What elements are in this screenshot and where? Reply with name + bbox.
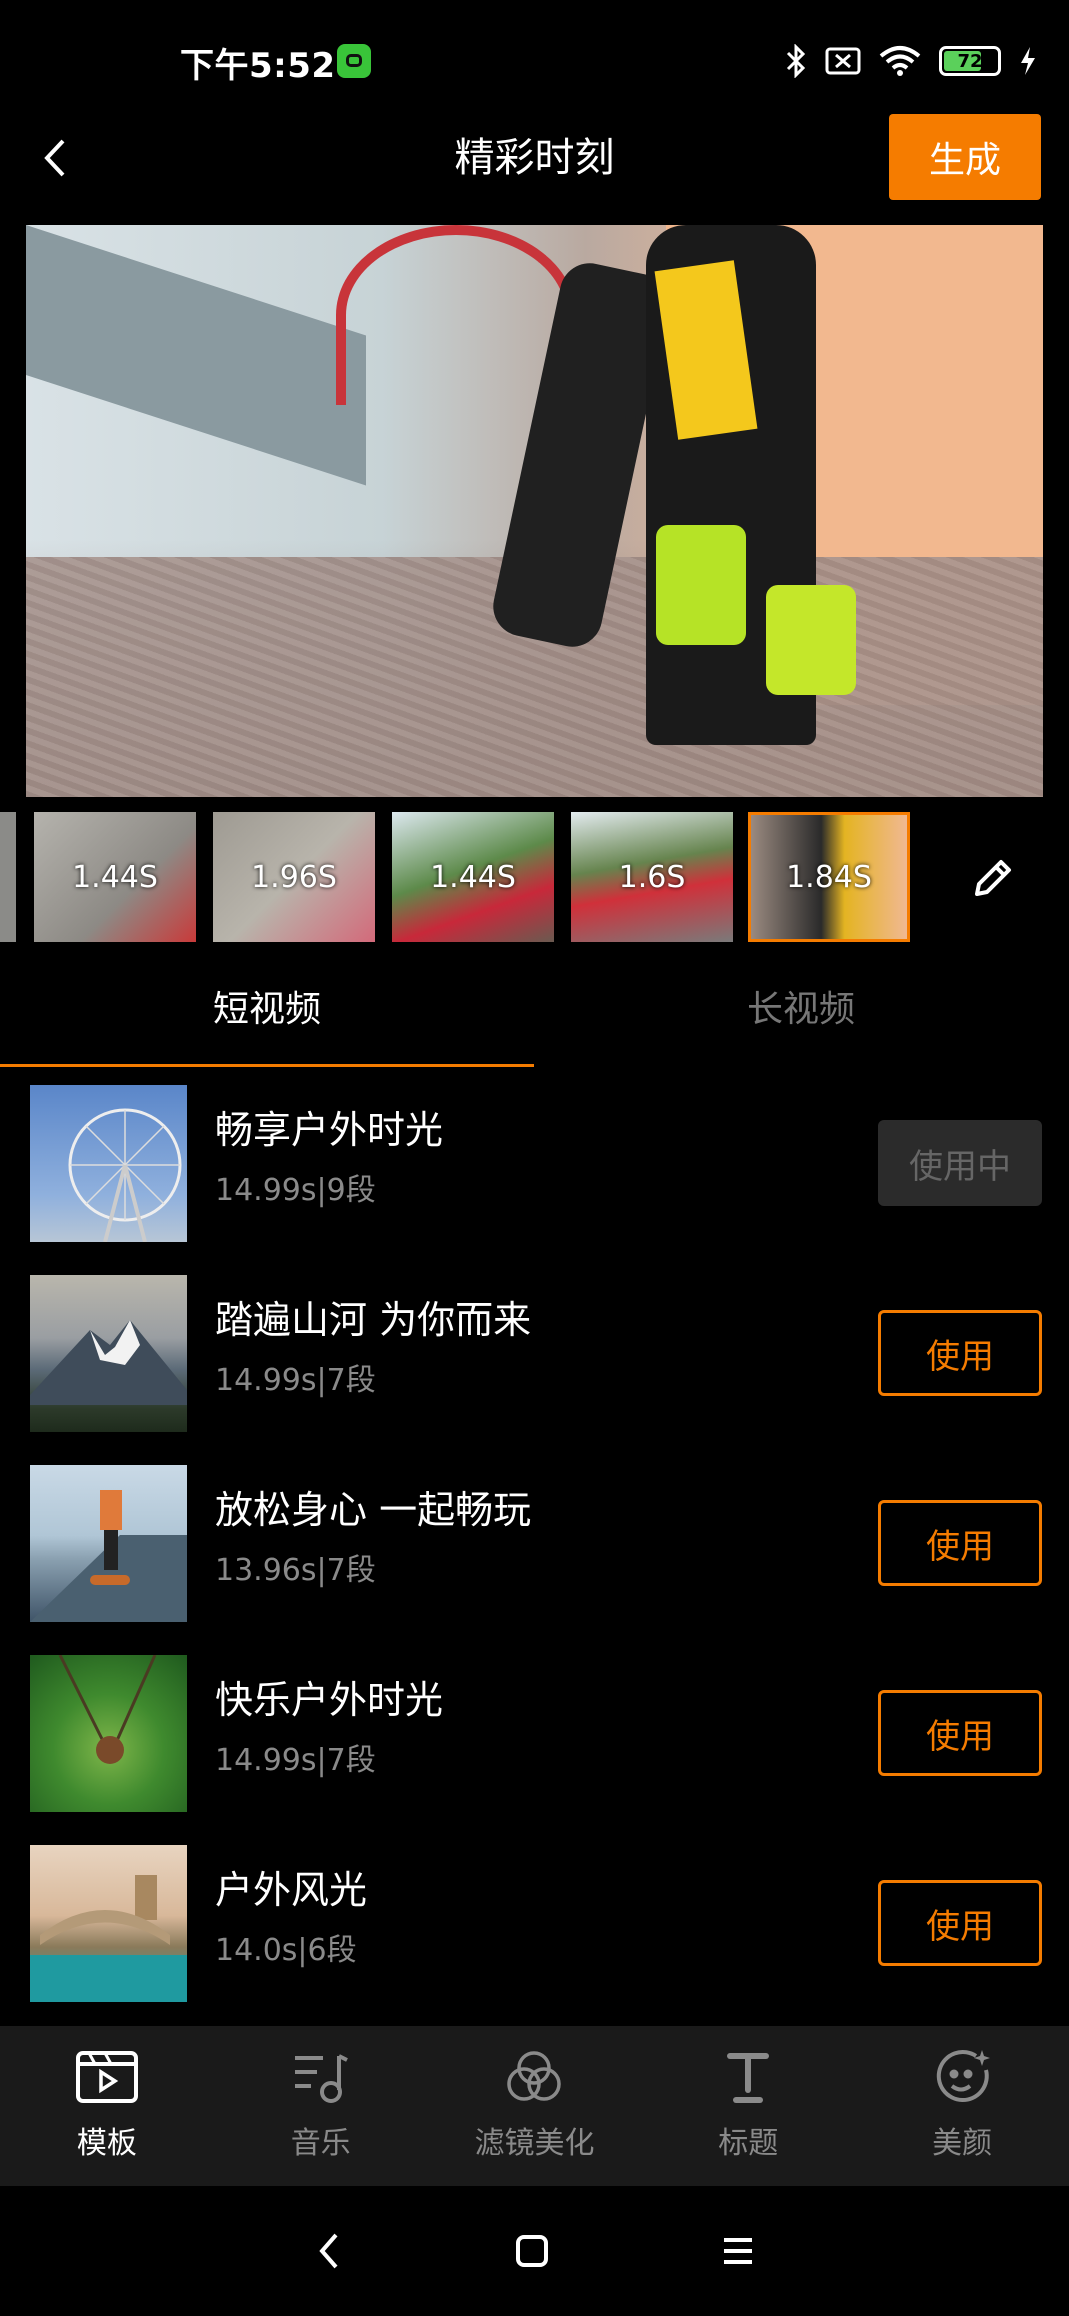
template-thumbnail bbox=[30, 1465, 187, 1622]
use-template-button[interactable]: 使用 bbox=[878, 1500, 1042, 1586]
pencil-icon bbox=[975, 860, 1011, 896]
beauty-icon bbox=[936, 2050, 991, 2103]
battery-icon: 72 bbox=[939, 46, 1001, 76]
template-item[interactable]: 放松身心 一起畅玩 13.96s|7段 使用 bbox=[0, 1465, 1069, 1625]
nav-label: 美颜 bbox=[932, 2126, 993, 2161]
nav-label: 音乐 bbox=[290, 2126, 351, 2161]
clip-duration: 1.96S bbox=[251, 859, 337, 895]
tab-short-video[interactable]: 短视频 bbox=[0, 985, 534, 1035]
charging-icon bbox=[1021, 47, 1035, 75]
clip-thumbnail[interactable]: 1.6S bbox=[571, 812, 733, 942]
template-item[interactable]: 快乐户外时光 14.99s|7段 使用 bbox=[0, 1655, 1069, 1815]
use-template-button[interactable]: 使用 bbox=[878, 1310, 1042, 1396]
clip-duration: 1.84S bbox=[786, 859, 872, 895]
clip-strip[interactable]: 1.44S 1.96S 1.44S 1.6S 1.84S bbox=[0, 812, 1069, 946]
template-thumbnail bbox=[30, 1275, 187, 1432]
use-template-button[interactable]: 使用 bbox=[878, 1880, 1042, 1966]
status-time: 下午5:52 bbox=[180, 46, 336, 86]
title-icon bbox=[727, 2053, 770, 2103]
template-meta: 14.99s|7段 bbox=[215, 1743, 376, 1778]
template-title: 户外风光 bbox=[215, 1868, 368, 1912]
nav-label: 标题 bbox=[718, 2126, 779, 2161]
template-thumbnail bbox=[30, 1085, 187, 1242]
bluetooth-icon bbox=[786, 44, 806, 78]
clip-thumbnail-selected[interactable]: 1.84S bbox=[748, 812, 910, 942]
generate-button[interactable]: 生成 bbox=[889, 114, 1041, 200]
template-title: 放松身心 一起畅玩 bbox=[215, 1488, 532, 1532]
clip-thumbnail[interactable]: 1.44S bbox=[392, 812, 554, 942]
edit-clips-button[interactable] bbox=[963, 848, 1023, 908]
clip-thumbnail[interactable]: 1.96S bbox=[213, 812, 375, 942]
system-menu-icon[interactable] bbox=[720, 2233, 756, 2269]
status-icons: 72 bbox=[785, 40, 1037, 82]
template-thumbnail bbox=[30, 1845, 187, 2002]
no-sim-icon bbox=[825, 47, 861, 75]
use-template-button[interactable]: 使用 bbox=[878, 1690, 1042, 1776]
app-notification-icon bbox=[337, 44, 371, 78]
template-meta: 14.99s|7段 bbox=[215, 1363, 376, 1398]
nav-music[interactable]: 音乐 bbox=[214, 2026, 428, 2186]
template-item[interactable]: 踏遍山河 为你而来 14.99s|7段 使用 bbox=[0, 1275, 1069, 1435]
nav-title[interactable]: 标题 bbox=[641, 2026, 855, 2186]
music-icon bbox=[294, 2054, 348, 2103]
template-meta: 14.0s|6段 bbox=[215, 1933, 357, 1968]
nav-label: 滤镜美化 bbox=[474, 2126, 595, 2161]
chevron-left-icon bbox=[44, 139, 65, 177]
template-in-use-button[interactable]: 使用中 bbox=[878, 1120, 1042, 1206]
wifi-icon bbox=[879, 46, 921, 76]
tab-long-video[interactable]: 长视频 bbox=[534, 985, 1068, 1035]
template-title: 快乐户外时光 bbox=[215, 1678, 444, 1722]
clip-thumbnail[interactable]: 1.44S bbox=[34, 812, 196, 942]
system-home-icon[interactable] bbox=[514, 2233, 550, 2269]
template-item[interactable]: 户外风光 14.0s|6段 使用 bbox=[0, 1845, 1069, 2005]
template-icon bbox=[75, 2051, 138, 2103]
nav-filter[interactable]: 滤镜美化 bbox=[428, 2026, 642, 2186]
battery-level: 72 bbox=[957, 50, 983, 72]
template-item[interactable]: 畅享户外时光 14.99s|9段 使用中 bbox=[0, 1085, 1069, 1245]
template-meta: 13.96s|7段 bbox=[215, 1553, 376, 1588]
clip-duration: 1.44S bbox=[72, 859, 158, 895]
template-thumbnail bbox=[30, 1655, 187, 1812]
tab-indicator bbox=[0, 1064, 534, 1067]
bottom-nav: 模板 音乐 滤镜美化 标题 美颜 bbox=[0, 2026, 1069, 2186]
clip-duration: 1.6S bbox=[618, 859, 686, 895]
filter-icon bbox=[507, 2051, 562, 2101]
system-nav-bar bbox=[0, 2186, 1069, 2316]
back-button[interactable] bbox=[30, 128, 80, 188]
video-preview[interactable] bbox=[26, 225, 1043, 797]
clip-thumbnail-partial[interactable] bbox=[0, 812, 16, 942]
nav-beauty[interactable]: 美颜 bbox=[855, 2026, 1069, 2186]
nav-label: 模板 bbox=[76, 2126, 137, 2161]
template-title: 畅享户外时光 bbox=[215, 1108, 444, 1152]
template-meta: 14.99s|9段 bbox=[215, 1173, 376, 1208]
clip-duration: 1.44S bbox=[430, 859, 516, 895]
system-back-icon[interactable] bbox=[314, 2231, 344, 2271]
nav-template[interactable]: 模板 bbox=[0, 2026, 214, 2186]
template-title: 踏遍山河 为你而来 bbox=[215, 1298, 532, 1342]
